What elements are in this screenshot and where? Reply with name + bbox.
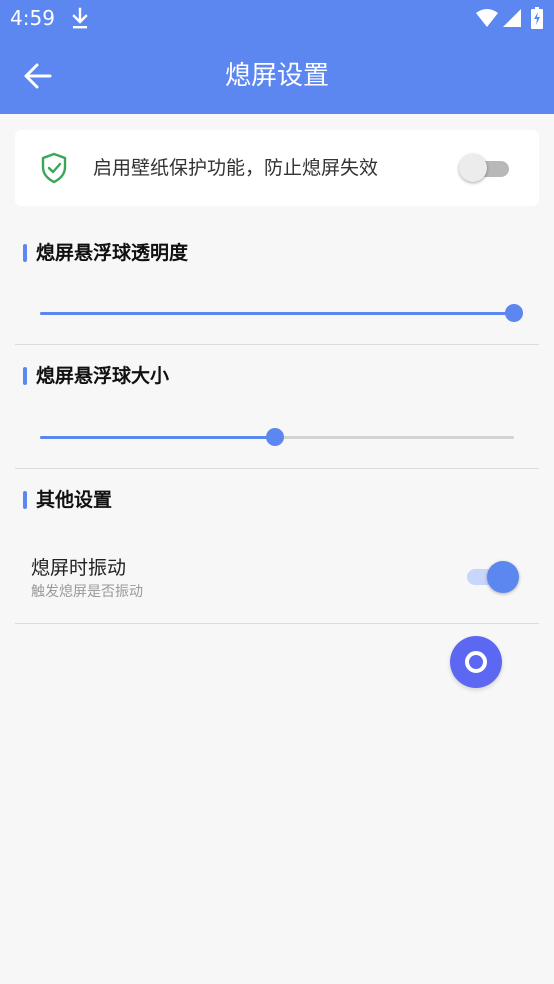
section-accent-bar: [23, 367, 27, 385]
divider: [15, 344, 539, 345]
vibrate-title: 熄屏时振动: [31, 557, 127, 579]
size-slider[interactable]: [40, 426, 514, 450]
shield-check-icon: [41, 152, 67, 184]
divider: [15, 623, 539, 624]
section-title-size: 熄屏悬浮球大小: [36, 365, 170, 387]
section-title-other: 其他设置: [36, 489, 113, 511]
wallpaper-protect-card: 启用壁纸保护功能，防止熄屏失效: [15, 130, 539, 206]
vibrate-subtitle: 触发熄屏是否振动: [31, 584, 143, 600]
wifi-icon: [476, 9, 498, 27]
toggle-thumb: [459, 154, 487, 182]
opacity-slider[interactable]: [40, 302, 523, 326]
ring-icon: [465, 651, 487, 673]
page-title: 熄屏设置: [224, 61, 329, 91]
app-bar: 4:59 熄屏设置: [0, 0, 554, 114]
slider-fill: [40, 312, 514, 315]
toggle-thumb: [487, 561, 519, 593]
slider-thumb[interactable]: [505, 304, 523, 322]
divider: [15, 468, 539, 469]
status-bar: 4:59: [0, 0, 554, 36]
status-time: 4:59: [10, 6, 55, 30]
battery-icon: [531, 7, 543, 29]
download-icon: [72, 7, 88, 29]
vibrate-toggle[interactable]: [467, 560, 519, 594]
wallpaper-protect-label: 启用壁纸保护功能，防止熄屏失效: [93, 157, 379, 179]
signal-icon: [503, 9, 521, 27]
slider-fill: [40, 436, 275, 439]
section-title-opacity: 熄屏悬浮球透明度: [36, 242, 189, 264]
slider-thumb[interactable]: [265, 428, 284, 446]
section-accent-bar: [23, 244, 27, 262]
floating-ball-button[interactable]: [450, 636, 502, 688]
wallpaper-protect-toggle[interactable]: [459, 152, 509, 184]
vibrate-setting-row[interactable]: 熄屏时振动 触发熄屏是否振动: [15, 540, 539, 620]
section-accent-bar: [23, 491, 27, 509]
